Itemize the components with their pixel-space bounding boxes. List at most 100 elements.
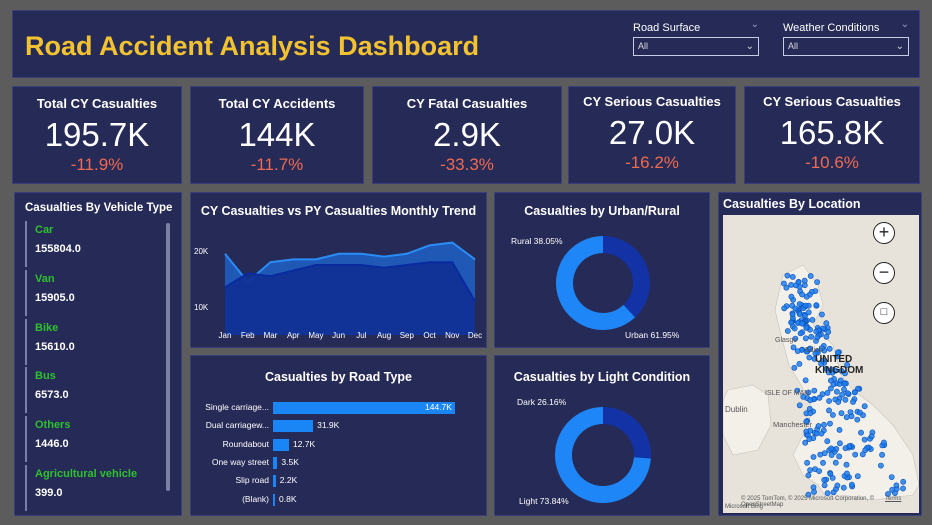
bar[interactable] <box>273 438 289 451</box>
map-point <box>868 433 875 440</box>
list-item[interactable]: Car 155804.0 <box>25 221 175 270</box>
bar[interactable] <box>273 475 276 488</box>
map-point <box>851 389 858 396</box>
bar-value-label: 12.7K <box>292 438 316 449</box>
vehicle-type-panel: Casualties By Vehicle Type Car 155804.0 V… <box>14 192 182 516</box>
map-point <box>900 485 906 492</box>
vehicle-name: Van <box>35 272 55 285</box>
light-donut-chart[interactable] <box>495 356 711 517</box>
map-point <box>828 445 835 452</box>
zoom-out-button[interactable]: − <box>873 262 895 284</box>
map-point <box>856 409 863 416</box>
map-point <box>836 426 843 433</box>
road-surface-dropdown[interactable]: All ⌄ <box>633 37 759 56</box>
kpi-title: Total CY Accidents <box>218 96 336 111</box>
vehicle-list[interactable]: Car 155804.0 Van 15905.0 Bike 15610.0 Bus 65… <box>25 221 175 514</box>
map-point <box>838 410 845 417</box>
vehicle-value: 155804.0 <box>35 243 81 255</box>
kpi-card-fatal[interactable]: CY Fatal Casualties 2.9K -33.3% <box>372 86 562 184</box>
map-point <box>889 486 896 493</box>
light-condition-panel: Casualties by Light Condition Dark 26.16… <box>494 355 710 516</box>
kpi-value: 195.7K <box>44 116 150 153</box>
map-point <box>839 391 846 398</box>
donut-slice-rural[interactable] <box>603 236 650 318</box>
map-point <box>888 474 895 480</box>
map-point <box>806 354 813 361</box>
map-point <box>791 325 798 332</box>
weather-dropdown[interactable]: All ⌄ <box>783 37 909 56</box>
bar-row[interactable]: Roundabout 12.7K <box>191 437 488 453</box>
select-area-icon[interactable]: □ <box>873 302 895 324</box>
chevron-down-icon[interactable]: ⌄ <box>751 19 759 30</box>
bar-row[interactable]: (Blank) 0.8K <box>191 492 488 508</box>
dark-label: Dark 26.16% <box>517 397 567 407</box>
map-point <box>854 416 861 423</box>
bar-value-label: 3.5K <box>281 456 299 467</box>
bar-row[interactable]: Single carriage... 144.7K <box>191 400 488 416</box>
map-point <box>795 279 802 285</box>
kpi-card-accidents[interactable]: Total CY Accidents 144K -11.7% <box>190 86 364 184</box>
map-point <box>820 459 826 466</box>
vehicle-name: Bike <box>35 321 59 334</box>
uk-label: UNITED KINGDOM <box>815 354 864 376</box>
map-point <box>823 320 830 327</box>
x-tick-label: Jan <box>219 331 232 340</box>
kpi-change: -16.2% <box>625 153 679 172</box>
map-point <box>792 305 799 312</box>
road-surface-slicer[interactable]: Road Surface ⌄ All ⌄ <box>633 19 759 56</box>
map-point <box>816 468 822 474</box>
kpi-card-casualties[interactable]: Total CY Casualties 195.7K -11.9% <box>12 86 182 184</box>
map-point <box>827 420 833 427</box>
vehicle-name: Others <box>35 419 71 432</box>
terms-link[interactable]: Terms <box>885 496 901 502</box>
map-point <box>821 482 828 489</box>
list-item[interactable]: Van 15905.0 <box>25 269 175 319</box>
vehicle-name: Agricultural vehicle <box>35 467 138 480</box>
map-point <box>843 414 850 421</box>
x-tick-label: Sep <box>400 331 415 340</box>
map-point <box>842 445 849 452</box>
list-item[interactable]: Bus 6573.0 <box>25 367 175 416</box>
map[interactable]: + − □ UNITED KINGDOM Glasgo Edinb ISLE O… <box>723 215 919 513</box>
donut-slice-dark[interactable] <box>603 407 651 459</box>
map-point <box>834 388 840 395</box>
map-point <box>818 430 825 437</box>
map-point <box>837 440 843 447</box>
bar-row[interactable]: Slip road 2.2K <box>191 473 488 489</box>
map-point <box>803 293 810 300</box>
kpi-card-serious[interactable]: CY Serious Casualties 27.0K -16.2% <box>568 86 736 184</box>
trend-chart[interactable]: 20K 10K Jan Feb Mar Apr May Jun Jul Aug Sep Oct Nov D… <box>191 193 488 349</box>
map-point <box>830 412 836 418</box>
map-point <box>829 474 836 481</box>
map-point <box>796 360 803 367</box>
urban-donut-chart[interactable] <box>495 193 711 349</box>
map-point <box>826 407 832 414</box>
x-tick-label: Mar <box>264 331 278 340</box>
map-point <box>781 280 787 287</box>
weather-slicer[interactable]: Weather Conditions ⌄ All ⌄ <box>783 19 909 56</box>
map-point <box>819 311 825 318</box>
road-type-chart[interactable]: Single carriage... 144.7K Dual carriagew..… <box>191 400 488 510</box>
kpi-value: 144K <box>238 116 316 153</box>
zoom-in-button[interactable]: + <box>873 222 895 244</box>
bar[interactable] <box>273 493 275 506</box>
kpi-change: -11.7% <box>250 155 304 174</box>
list-item[interactable]: Others 1446.0 <box>25 416 175 465</box>
list-item[interactable]: Agricultural vehicle 399.0 <box>25 464 175 514</box>
map-point <box>808 333 815 340</box>
bar-row[interactable]: Dual carriagew... 31.9K <box>191 418 488 434</box>
x-tick-label: Aug <box>377 331 391 340</box>
scrollbar[interactable] <box>166 223 170 491</box>
map-point <box>861 403 868 410</box>
kpi-change: -11.9% <box>70 155 124 174</box>
category-label: Single carriage... <box>205 402 269 412</box>
bar-value-label: 144.7K <box>425 402 452 412</box>
bar-row[interactable]: One way street 3.5K <box>191 455 488 471</box>
bar[interactable] <box>273 456 278 469</box>
bar[interactable] <box>273 420 314 433</box>
kpi-card-serious-2[interactable]: CY Serious Casualties 165.8K -10.6% <box>744 86 920 184</box>
chevron-down-icon[interactable]: ⌄ <box>901 19 909 30</box>
dashboard-title: Road Accident Analysis Dashboard <box>25 31 480 61</box>
map-point <box>877 462 884 469</box>
list-item[interactable]: Bike 15610.0 <box>25 318 175 368</box>
